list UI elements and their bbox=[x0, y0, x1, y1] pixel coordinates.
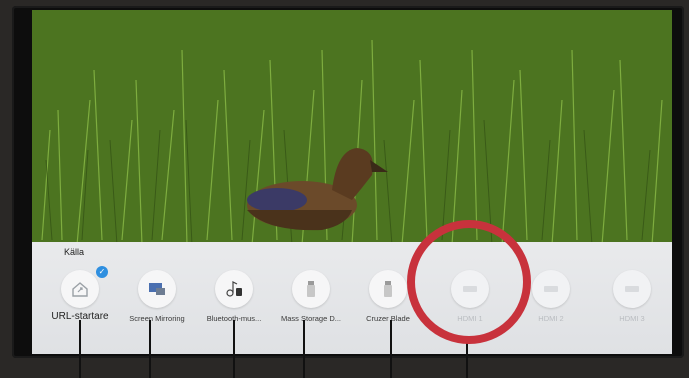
source-item-label: HDMI 3 bbox=[619, 314, 645, 323]
selected-check-icon: ✓ bbox=[96, 266, 108, 278]
source-item-hdmi-3[interactable]: HDMI 3 bbox=[592, 270, 672, 330]
annotation-pointer-line bbox=[390, 320, 392, 378]
hdmi-icon bbox=[532, 270, 570, 308]
home-icon bbox=[61, 270, 99, 308]
annotation-pointer-line bbox=[233, 320, 235, 378]
source-panel-title: Källa bbox=[64, 247, 85, 257]
screen-mirroring-icon bbox=[138, 270, 176, 308]
usb-drive-icon bbox=[369, 270, 407, 308]
annotation-pointer-line bbox=[303, 320, 305, 378]
annotation-pointer-line bbox=[149, 320, 151, 378]
highlight-circle-annotation bbox=[407, 220, 531, 344]
usb-storage-icon bbox=[292, 270, 330, 308]
hdmi-icon bbox=[613, 270, 651, 308]
bluetooth-audio-icon bbox=[215, 270, 253, 308]
annotation-pointer-line bbox=[79, 320, 81, 378]
